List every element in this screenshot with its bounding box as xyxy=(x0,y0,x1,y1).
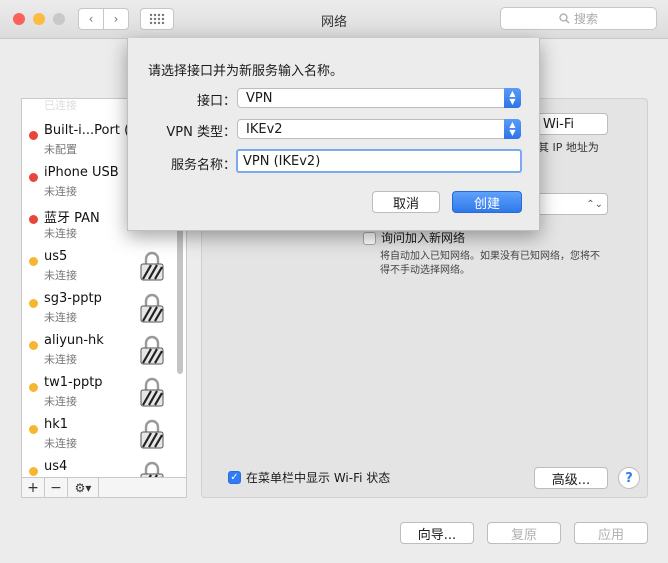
help-icon: ? xyxy=(625,470,633,486)
service-status: 未连接 xyxy=(44,227,77,240)
service-name-value: VPN (IKEv2) xyxy=(243,153,321,169)
status-dot-icon xyxy=(29,131,38,140)
service-name-label: 服务名称： xyxy=(170,158,236,173)
service-status: 未连接 xyxy=(44,269,77,282)
vpn-type-value: IKEv2 xyxy=(246,121,283,137)
status-dot-icon xyxy=(29,299,38,308)
service-status: 未连接 xyxy=(44,437,77,450)
checkmark-icon: ✓ xyxy=(230,472,239,483)
service-list-item[interactable]: sg3-pptp 未连接 xyxy=(22,287,172,329)
service-status: 未连接 xyxy=(44,311,77,324)
revert-button[interactable]: 复原 xyxy=(487,522,561,544)
service-status: 未连接 xyxy=(44,185,77,198)
service-list-item[interactable]: aliyun-hk 未连接 xyxy=(22,329,172,371)
status-dot-icon xyxy=(29,341,38,350)
search-icon xyxy=(559,13,570,24)
status-dot-icon xyxy=(29,215,38,224)
interface-label: 接口： xyxy=(196,94,236,109)
service-name: tw1-pptp xyxy=(44,375,103,390)
vpn-type-label: VPN 类型： xyxy=(166,125,236,140)
service-list-item[interactable]: tw1-pptp 未连接 xyxy=(22,371,172,413)
interface-select[interactable]: VPN ▲ ▼ xyxy=(237,88,521,108)
service-status: 未配置 xyxy=(44,143,77,156)
new-service-sheet: 请选择接口并为新服务输入名称。 接口： VPN ▲ ▼ VPN 类型： IKEv2… xyxy=(127,38,540,231)
dialog-prompt: 请选择接口并为新服务输入名称。 xyxy=(148,64,344,79)
gear-icon: ⚙▾ xyxy=(74,480,92,495)
vpn-lock-icon xyxy=(140,251,164,281)
vpn-lock-icon xyxy=(140,293,164,323)
network-name-select[interactable]: ⌃⌄ xyxy=(530,193,608,215)
service-list-item[interactable]: hk1 未连接 xyxy=(22,413,172,455)
interface-value: VPN xyxy=(246,90,273,106)
service-status: 未连接 xyxy=(44,353,77,366)
service-name: us4 xyxy=(44,459,68,474)
service-name-field[interactable]: VPN (IKEv2) xyxy=(236,149,522,173)
create-button[interactable]: 创建 xyxy=(452,191,522,213)
status-dot-icon xyxy=(29,173,38,182)
chevron-updown-icon: ▲ ▼ xyxy=(504,119,521,139)
sidebar-toolbar: + − ⚙▾ xyxy=(21,477,187,498)
service-name: us5 xyxy=(44,249,68,264)
service-status: 未连接 xyxy=(44,395,77,408)
vpn-lock-icon xyxy=(140,335,164,365)
wifi-toggle-button[interactable]: Wi-Fi xyxy=(530,113,608,135)
chevron-updown-icon: ▲ ▼ xyxy=(504,88,521,108)
status-dot-icon xyxy=(29,467,38,476)
help-button[interactable]: ? xyxy=(618,467,640,489)
cancel-button[interactable]: 取消 xyxy=(372,191,440,213)
vpn-lock-icon xyxy=(140,377,164,407)
ask-join-checkbox[interactable] xyxy=(363,232,376,245)
ask-join-label: 询问加入新网络 xyxy=(381,231,466,245)
gear-menu-button[interactable]: ⚙▾ xyxy=(68,478,99,497)
service-list-item[interactable]: us5 未连接 xyxy=(22,245,172,287)
chevron-updown-icon: ⌃⌄ xyxy=(586,198,603,210)
partial-top-status: 已连接 xyxy=(44,99,77,112)
status-dot-icon xyxy=(29,425,38,434)
vpn-type-select[interactable]: IKEv2 ▲ ▼ xyxy=(237,119,521,139)
wifi-button-label: Wi-Fi xyxy=(543,116,575,132)
show-wifi-status-checkbox[interactable]: ✓ xyxy=(228,471,241,484)
ask-join-description: 将自动加入已知网络。如果没有已知网络，您将不得不手动选择网络。 xyxy=(380,251,600,276)
show-wifi-status-label: 在菜单栏中显示 Wi-Fi 状态 xyxy=(246,471,391,485)
status-dot-icon xyxy=(29,383,38,392)
service-name: aliyun-hk xyxy=(44,333,104,348)
add-service-button[interactable]: + xyxy=(22,478,45,497)
advanced-button[interactable]: 高级... xyxy=(534,467,608,489)
search-input[interactable]: 搜索 xyxy=(500,7,657,30)
remove-service-button[interactable]: − xyxy=(45,478,68,497)
status-dot-icon xyxy=(29,257,38,266)
search-placeholder: 搜索 xyxy=(573,12,598,26)
ip-address-text: 其 IP 地址为 xyxy=(538,141,599,154)
service-name: sg3-pptp xyxy=(44,291,102,306)
service-name: hk1 xyxy=(44,417,69,432)
vpn-lock-icon xyxy=(140,419,164,449)
assist-me-button[interactable]: 向导... xyxy=(400,522,474,544)
apply-button[interactable]: 应用 xyxy=(574,522,648,544)
